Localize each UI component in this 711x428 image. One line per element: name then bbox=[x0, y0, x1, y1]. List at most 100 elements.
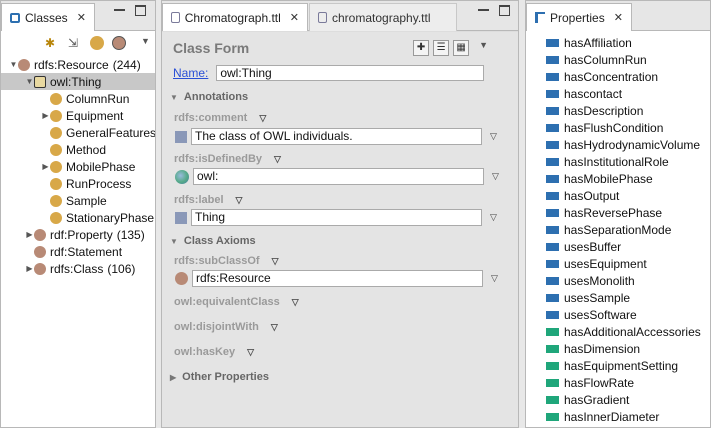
label-field[interactable]: Thing bbox=[191, 209, 482, 226]
property-item-label: hasDescription bbox=[564, 103, 644, 118]
property-item[interactable]: usesSample bbox=[546, 289, 710, 306]
tree-item-label: RunProcess bbox=[66, 176, 132, 191]
name-field[interactable]: owl:Thing bbox=[216, 65, 485, 81]
annotations-label: Annotations bbox=[183, 91, 249, 103]
other-properties-section[interactable]: ▶ Other Properties bbox=[170, 371, 269, 383]
property-item[interactable]: hasColumnRun bbox=[546, 51, 710, 68]
close-icon[interactable]: ✕ bbox=[614, 11, 623, 24]
object-property-icon bbox=[546, 140, 559, 149]
chevron-right-icon[interactable]: ▶ bbox=[41, 111, 50, 120]
property-item[interactable]: hasInnerDiameter bbox=[546, 408, 710, 425]
maximize-icon[interactable] bbox=[499, 5, 510, 16]
property-item[interactable]: hasMobilePhase bbox=[546, 170, 710, 187]
add-widget-icon[interactable]: ✚ bbox=[413, 40, 430, 56]
tab-chromatograph-ttl[interactable]: Chromatograph.ttl ✕ bbox=[162, 3, 308, 31]
chevron-down-icon[interactable]: ▼ bbox=[479, 40, 488, 56]
minimize-icon[interactable] bbox=[478, 5, 489, 16]
property-item[interactable]: hasAffiliation bbox=[546, 34, 710, 51]
chevron-right-icon[interactable]: ▶ bbox=[25, 264, 34, 273]
tree-item[interactable]: ▶ rdf:Property (135) bbox=[1, 226, 155, 243]
grid-layout-icon[interactable]: ▦ bbox=[453, 40, 470, 56]
property-item[interactable]: hasFlowRate bbox=[546, 374, 710, 391]
class-icon bbox=[50, 143, 62, 156]
class-icon bbox=[50, 160, 62, 173]
property-item-label: usesSample bbox=[564, 290, 631, 305]
property-item-label: hasAdditionalAccessories bbox=[564, 324, 701, 339]
tree-item[interactable]: ▶ MobilePhase bbox=[1, 158, 155, 175]
chevron-down-icon[interactable]: ▽ bbox=[292, 297, 299, 308]
property-item[interactable]: hasDimension bbox=[546, 340, 710, 357]
property-item[interactable]: hasInstitutionalRole bbox=[546, 153, 710, 170]
property-item[interactable]: hasReversePhase bbox=[546, 204, 710, 221]
chevron-right-icon[interactable]: ▶ bbox=[25, 230, 34, 239]
comment-field[interactable]: The class of OWL individuals. bbox=[191, 128, 482, 145]
close-icon[interactable]: ✕ bbox=[77, 11, 86, 24]
tree-item[interactable]: ▼ rdfs:Resource (244) bbox=[1, 56, 155, 73]
chevron-down-icon[interactable]: ▼ bbox=[141, 36, 155, 50]
property-item[interactable]: hascontact bbox=[546, 85, 710, 102]
tree-item[interactable]: rdf:Statement bbox=[1, 243, 155, 260]
delete-class-icon[interactable] bbox=[90, 36, 104, 50]
tree-item[interactable]: ▶ rdfs:Class (106) bbox=[1, 260, 155, 277]
add-sibling-class-icon[interactable]: ⇲ bbox=[68, 36, 82, 50]
tree-item-count: (135) bbox=[116, 227, 145, 242]
tree-item-label: rdf:Property bbox=[50, 227, 113, 242]
chevron-down-icon[interactable]: ▽ bbox=[490, 212, 497, 223]
tree-item[interactable]: GeneralFeatures bbox=[1, 124, 155, 141]
add-subclass-icon[interactable]: ✱ bbox=[45, 36, 59, 50]
form-layout-icon[interactable]: ☰ bbox=[433, 40, 450, 56]
object-property-icon bbox=[546, 55, 559, 64]
annotations-section[interactable]: ▼ Annotations bbox=[170, 91, 248, 103]
chevron-down-icon[interactable]: ▼ bbox=[25, 77, 34, 86]
chevron-down-icon[interactable]: ▽ bbox=[272, 256, 279, 267]
class-axioms-section[interactable]: ▼ Class Axioms bbox=[170, 235, 256, 247]
chevron-down-icon[interactable]: ▽ bbox=[271, 322, 278, 333]
property-item[interactable]: hasSeparationMode bbox=[546, 221, 710, 238]
chevron-down-icon[interactable]: ▽ bbox=[492, 171, 499, 182]
chevron-down-icon[interactable]: ▽ bbox=[247, 347, 254, 358]
hide-class-icon[interactable] bbox=[112, 36, 126, 50]
chevron-down-icon[interactable]: ▽ bbox=[236, 195, 243, 206]
tab-classes[interactable]: Classes ✕ bbox=[1, 3, 95, 31]
name-link[interactable]: Name: bbox=[173, 66, 208, 80]
has-key-property-label: owl:hasKey ▽ bbox=[174, 346, 254, 358]
property-item[interactable]: hasAdditionalAccessories bbox=[546, 323, 710, 340]
maximize-icon[interactable] bbox=[135, 5, 146, 16]
property-item[interactable]: usesBuffer bbox=[546, 238, 710, 255]
property-item-label: hascontact bbox=[564, 86, 623, 101]
class-form: Class Form ✚ ☰ ▦ ▼ Name: owl:Thing ▼ Ann… bbox=[162, 32, 518, 427]
minimize-icon[interactable] bbox=[114, 5, 125, 16]
property-item[interactable]: hasConcentration bbox=[546, 68, 710, 85]
tree-item[interactable]: StationaryPhase bbox=[1, 209, 155, 226]
tree-item[interactable]: ▼ owl:Thing bbox=[1, 73, 155, 90]
tree-item[interactable]: ▶ Equipment bbox=[1, 107, 155, 124]
chevron-down-icon[interactable]: ▽ bbox=[491, 273, 498, 284]
property-item-label: hasGradient bbox=[564, 392, 630, 407]
tree-item[interactable]: ColumnRun bbox=[1, 90, 155, 107]
chevron-down-icon[interactable]: ▽ bbox=[274, 154, 281, 165]
property-item[interactable]: hasEquipmentSetting bbox=[546, 357, 710, 374]
chevron-down-icon[interactable]: ▽ bbox=[259, 113, 266, 124]
chevron-down-icon[interactable]: ▽ bbox=[490, 131, 497, 142]
chevron-right-icon[interactable]: ▶ bbox=[41, 162, 50, 171]
property-item[interactable]: hasFlushCondition bbox=[546, 119, 710, 136]
tab-chromatography-ttl[interactable]: chromatography.ttl bbox=[309, 3, 457, 31]
data-property-icon bbox=[546, 327, 559, 336]
close-icon[interactable]: ✕ bbox=[290, 11, 299, 24]
property-item-label: hasReversePhase bbox=[564, 205, 663, 220]
tab-properties[interactable]: Properties ✕ bbox=[526, 3, 632, 31]
property-item[interactable]: hasGradient bbox=[546, 391, 710, 408]
chevron-down-icon[interactable]: ▼ bbox=[9, 60, 18, 69]
tree-item[interactable]: Method bbox=[1, 141, 155, 158]
property-item[interactable]: usesMonolith bbox=[546, 272, 710, 289]
property-item[interactable]: usesSoftware bbox=[546, 306, 710, 323]
property-item[interactable]: usesEquipment bbox=[546, 255, 710, 272]
tree-item[interactable]: RunProcess bbox=[1, 175, 155, 192]
defined-by-field[interactable]: owl: bbox=[193, 168, 484, 185]
property-item-label: hasOutput bbox=[564, 188, 620, 203]
property-item[interactable]: hasOutput bbox=[546, 187, 710, 204]
property-item[interactable]: hasHydrodynamicVolume bbox=[546, 136, 710, 153]
tree-item[interactable]: Sample bbox=[1, 192, 155, 209]
property-item[interactable]: hasDescription bbox=[546, 102, 710, 119]
subclassof-field[interactable]: rdfs:Resource bbox=[192, 270, 483, 287]
